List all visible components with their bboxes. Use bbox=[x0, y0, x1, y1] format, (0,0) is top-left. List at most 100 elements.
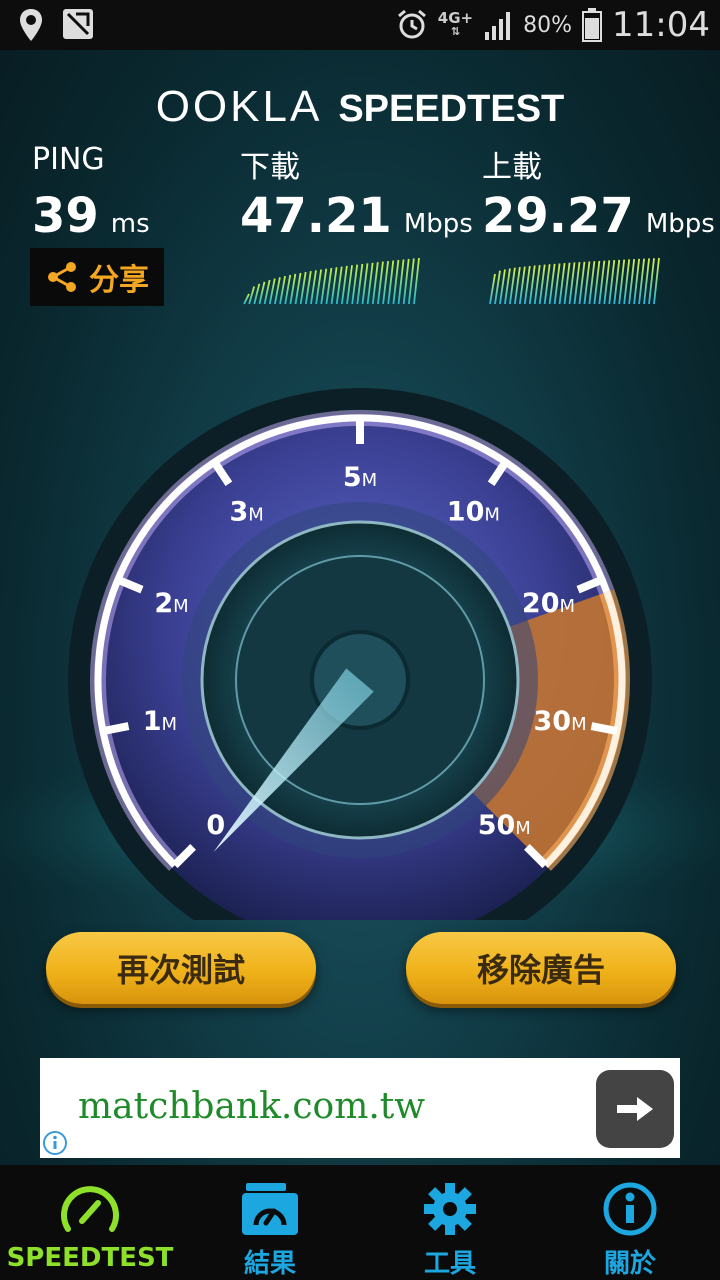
speedtest-title: SPEEDTEST bbox=[338, 88, 565, 130]
graph-bar bbox=[330, 267, 338, 305]
ad-info-icon[interactable] bbox=[42, 1130, 68, 1156]
alarm-icon bbox=[397, 9, 426, 39]
graph-bar bbox=[371, 262, 379, 305]
upload-label: 上載 bbox=[482, 150, 542, 185]
graph-bar bbox=[633, 258, 641, 305]
graph-bar bbox=[351, 264, 359, 305]
gear-icon bbox=[424, 1183, 476, 1235]
graph-bar bbox=[598, 260, 606, 305]
nav-about-label: 關於 bbox=[603, 1249, 656, 1279]
results-folder-icon bbox=[242, 1183, 298, 1235]
graph-bar bbox=[588, 261, 596, 305]
graph-bar bbox=[335, 266, 343, 305]
graph-bar bbox=[608, 260, 616, 305]
graph-bar bbox=[543, 264, 551, 305]
graph-bar bbox=[289, 273, 297, 305]
graph-bar bbox=[593, 260, 601, 305]
ping-number: 39 bbox=[32, 188, 99, 244]
graph-bar bbox=[304, 271, 312, 305]
graph-bar bbox=[533, 264, 541, 305]
ping-value: 39 ms bbox=[32, 188, 150, 244]
graph-bar bbox=[548, 263, 556, 305]
nav-results[interactable]: 結果 bbox=[180, 1165, 360, 1280]
graph-bar bbox=[558, 263, 566, 305]
graph-bar bbox=[387, 260, 395, 305]
upload-number: 29.27 bbox=[482, 188, 634, 244]
info-icon bbox=[603, 1182, 657, 1236]
nav-results-label: 結果 bbox=[243, 1249, 296, 1279]
graph-bar bbox=[563, 262, 571, 305]
graph-bar bbox=[392, 259, 400, 305]
ad-banner[interactable]: matchbank.com.tw bbox=[40, 1058, 680, 1158]
graph-bar bbox=[499, 269, 506, 305]
graph-bar bbox=[638, 258, 645, 305]
graph-bar bbox=[504, 268, 511, 305]
graph-bar bbox=[407, 258, 415, 305]
graph-bar bbox=[402, 258, 410, 305]
ping-label: PING bbox=[32, 142, 105, 177]
graph-bar bbox=[361, 263, 369, 305]
graph-bar bbox=[573, 262, 581, 305]
gauge-tick-label: 0 bbox=[206, 810, 225, 841]
battery-percent: 80% bbox=[523, 12, 573, 38]
graph-bar bbox=[413, 257, 420, 305]
graph-bar bbox=[253, 283, 261, 305]
graph-bar bbox=[623, 259, 631, 305]
graph-bar bbox=[489, 273, 496, 305]
graph-bar bbox=[377, 261, 384, 305]
nav-speedtest[interactable]: SPEEDTEST bbox=[0, 1165, 180, 1280]
graph-bar bbox=[397, 259, 405, 305]
graph-bar bbox=[340, 265, 348, 305]
share-button[interactable]: 分享 bbox=[30, 248, 164, 306]
remove-ads-button[interactable]: 移除廣告 bbox=[406, 932, 676, 1004]
ad-open-button[interactable] bbox=[596, 1070, 674, 1148]
speedometer-icon bbox=[61, 1186, 119, 1232]
upload-graph bbox=[489, 257, 660, 305]
nav-about[interactable]: 關於 bbox=[540, 1165, 720, 1280]
graph-bar bbox=[653, 257, 660, 305]
graph-bar bbox=[628, 259, 636, 305]
arrow-right-icon bbox=[617, 1097, 653, 1121]
graph-bar bbox=[553, 263, 561, 305]
graph-bar bbox=[346, 265, 353, 305]
graph-bar bbox=[279, 275, 286, 305]
ad-text[interactable]: matchbank.com.tw bbox=[78, 1086, 425, 1127]
clock: 11:04 bbox=[612, 5, 710, 45]
download-number: 47.21 bbox=[240, 188, 392, 244]
graph-bar bbox=[603, 260, 611, 305]
graph-bar bbox=[325, 267, 333, 305]
graph-bar bbox=[568, 262, 576, 305]
upload-unit: Mbps bbox=[645, 209, 715, 239]
graph-bar bbox=[538, 264, 546, 305]
graph-bar bbox=[310, 270, 317, 305]
ping-unit: ms bbox=[110, 209, 150, 239]
download-graph bbox=[243, 257, 420, 305]
graph-bar bbox=[513, 267, 521, 305]
nav-tools[interactable]: 工具 bbox=[360, 1165, 540, 1280]
ookla-logo: OOKLA bbox=[155, 82, 323, 131]
battery-icon bbox=[582, 8, 603, 42]
graph-bar bbox=[382, 261, 389, 305]
gauge-tick bbox=[590, 722, 618, 736]
download-label: 下載 bbox=[240, 150, 300, 185]
graph-bar bbox=[284, 274, 292, 305]
graph-bar bbox=[320, 268, 328, 305]
graph-bar bbox=[528, 265, 536, 305]
graph-bar bbox=[294, 272, 302, 305]
graph-bar bbox=[583, 261, 591, 305]
graph-bar bbox=[258, 281, 266, 305]
graph-bar bbox=[274, 277, 281, 305]
bottom-nav: SPEEDTEST 結果 工具 關於 bbox=[0, 1165, 720, 1280]
graph-bar bbox=[578, 261, 586, 305]
graph-bar bbox=[356, 263, 364, 305]
graph-bar bbox=[523, 265, 531, 305]
network-type: 4G+ ⇅ bbox=[437, 9, 474, 39]
download-value: 47.21 Mbps bbox=[240, 188, 473, 244]
graph-bar bbox=[315, 269, 323, 305]
location-icon bbox=[20, 9, 42, 41]
app-logo: OOKLA SPEEDTEST bbox=[0, 82, 720, 132]
share-icon bbox=[48, 262, 76, 292]
no-sim-icon bbox=[63, 9, 93, 39]
retest-button[interactable]: 再次測試 bbox=[46, 932, 316, 1004]
graph-bar bbox=[613, 259, 621, 305]
